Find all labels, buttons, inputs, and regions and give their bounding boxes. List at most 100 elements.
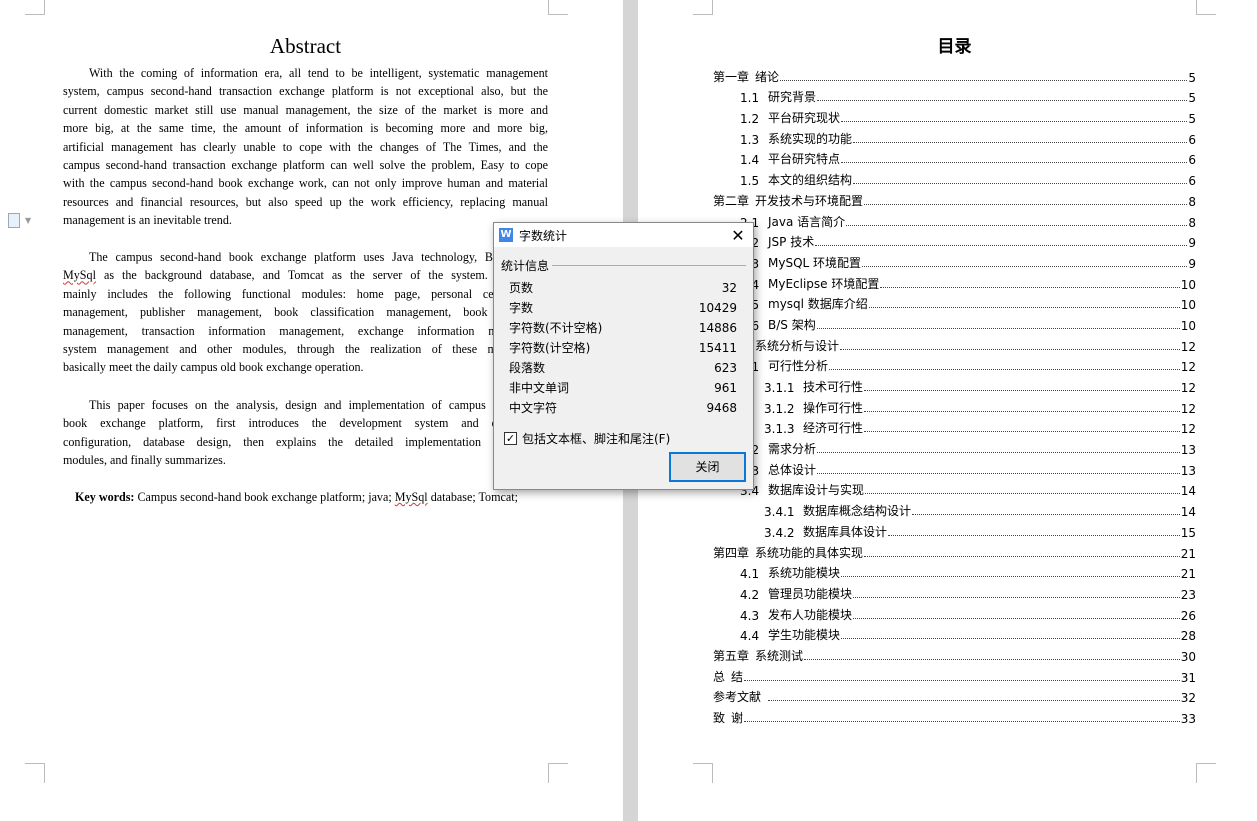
toc-title-text: 经济可行性 [803, 421, 864, 436]
toc-entry[interactable]: 第二章 开发技术与环境配置 8 [713, 188, 1196, 209]
toc-title-text: 总体设计 [768, 462, 817, 477]
toc-number: 3.1.2 [764, 401, 795, 416]
stat-label: 字符数(不计空格) [509, 321, 603, 335]
checkbox-checked-icon[interactable]: ✓ [504, 432, 517, 445]
stat-label: 页数 [509, 281, 534, 295]
dot-leader [853, 141, 1188, 143]
toc-number: 3.4.1 [764, 505, 795, 520]
toc-number: 4.2 [740, 587, 760, 602]
toc-entry[interactable]: 2.5mysql 数据库介绍10 [713, 292, 1196, 312]
include-textbox-checkbox[interactable]: ✓ 包括文本框、脚注和尾注(F) [504, 430, 753, 447]
toc-title-text: JSP 技术 [768, 235, 815, 250]
toc-entry[interactable]: 总结 31 [713, 664, 1196, 685]
toc-entry[interactable]: 1.5 本文的组织结构 6 [713, 167, 1196, 188]
toc-entry[interactable]: 4.4 学生功能模块 28 [713, 623, 1196, 643]
toc-entry[interactable]: 第四章 系统功能的具体实现 21 [713, 540, 1196, 561]
toc-title-text: 可行性分析 [768, 359, 829, 374]
toc-entry[interactable]: 第五章 系统测试 30 [713, 643, 1196, 664]
toc-entry[interactable]: 3.4 数据库设计与实现 14 [713, 478, 1196, 499]
toc-number: 1.5 [740, 174, 760, 189]
dot-leader [853, 617, 1180, 619]
toc-page: 6 [1188, 153, 1196, 168]
toc-page: 14 [1180, 484, 1196, 499]
keywords: Key words: Campus second-hand book excha… [75, 488, 518, 506]
toc-entry[interactable]: 3.1.1 技术可行性 12 [713, 374, 1196, 395]
stat-row: 非中文单词 961 [494, 378, 753, 398]
stat-value: 14886 [698, 321, 737, 335]
toc-entry[interactable]: 3.1.3 经济可行性 12 [713, 416, 1196, 437]
stat-row: 段落数 623 [494, 358, 753, 378]
toc-entry[interactable]: 第一章 绪论 5 [713, 64, 1196, 85]
toc-entry[interactable]: 4.1 系统功能模块 21 [713, 561, 1196, 582]
chevron-down-icon[interactable]: ▼ [25, 216, 31, 225]
stat-row: 中文字符 9468 [494, 398, 753, 418]
toc-entry[interactable]: 致谢 33 [713, 705, 1196, 726]
toc-title-text: 系统分析与设计 [755, 338, 840, 353]
dot-leader [888, 534, 1180, 536]
dot-leader [744, 679, 1180, 681]
toc-number: 致 [713, 711, 726, 725]
toc-entry[interactable]: 2.2JSP 技术9 [713, 230, 1196, 250]
dialog-titlebar[interactable]: W 字数统计 ✕ [494, 223, 753, 247]
text-line: MySql as the background database, and To… [63, 268, 503, 283]
document-icon[interactable] [8, 213, 20, 228]
toc-entry[interactable]: 2.4MyEclipse 环境配置10 [713, 271, 1196, 292]
close-icon[interactable]: ✕ [723, 226, 753, 245]
toc-entry[interactable]: 参考文献 32 [713, 685, 1196, 705]
toc-entry[interactable]: 1.3 系统实现的功能 6 [713, 126, 1196, 147]
abstract-paragraph-1: With the coming of information era, all … [63, 64, 548, 230]
stat-row: 页数 32 [494, 278, 753, 298]
toc-entry[interactable]: 3.1可行性分析12 [713, 354, 1196, 374]
toc-number: 1.1 [740, 91, 760, 106]
toc-page: 33 [1180, 712, 1196, 726]
toc-entry[interactable]: 1.1 研究背景 5 [713, 85, 1196, 106]
word-count-dialog: W 字数统计 ✕ 统计信息 页数 32 字数 10429 字符数(不计空格) 14886 字… [493, 222, 754, 490]
divider [552, 265, 746, 266]
toc-title-text: 数据库设计与实现 [768, 483, 865, 498]
toc-number: 4.1 [740, 567, 760, 582]
dot-leader [853, 596, 1180, 598]
toc-entry[interactable]: 2.3MySQL 环境配置9 [713, 250, 1196, 271]
stat-label: 非中文单词 [509, 381, 570, 395]
dot-leader [864, 555, 1180, 557]
toc-entry[interactable]: 2.1Java 语言简介8 [713, 209, 1196, 230]
toc-page: 23 [1180, 587, 1196, 602]
toc-entry[interactable]: 1.2 平台研究现状 5 [713, 105, 1196, 126]
text-line: campus second-hand transaction exchange … [63, 157, 548, 172]
toc-title-text: 平台研究特点 [768, 152, 841, 167]
text-line: This paper focuses on the analysis, desi… [89, 398, 503, 412]
toc-entry[interactable]: 4.3 发布人功能模块 26 [713, 602, 1196, 623]
toc-page: 12 [1180, 339, 1196, 354]
toc-entry[interactable]: 3.4.1 数据库概念结构设计 14 [713, 498, 1196, 519]
wps-writer-icon: W [499, 228, 513, 242]
toc-entry[interactable]: 3.4.2 数据库具体设计 15 [713, 519, 1196, 540]
stat-row: 字符数(计空格) 15411 [494, 338, 753, 358]
toc-entry[interactable]: 4.2 管理员功能模块 23 [713, 581, 1196, 602]
toc-entry[interactable]: 2.6B/S 架构10 [713, 312, 1196, 333]
toc-entry[interactable]: 1.4 平台研究特点 6 [713, 147, 1196, 168]
toc-title-text: 管理员功能模块 [768, 586, 853, 601]
dot-leader [815, 245, 1188, 247]
toc-page: 10 [1180, 277, 1196, 292]
stat-label: 中文字符 [509, 401, 558, 415]
toc-title-text: 技术可行性 [803, 380, 864, 394]
dialog-title: 字数统计 [519, 228, 568, 243]
stat-value: 961 [714, 381, 737, 395]
stat-label: 字符数(计空格) [509, 341, 591, 355]
toc-title-text: 绪论 [755, 69, 780, 84]
close-button[interactable]: 关闭 [669, 452, 746, 482]
dot-leader [804, 658, 1180, 660]
dot-leader [865, 493, 1180, 495]
crop-mark [1196, 763, 1216, 783]
toc-page: 12 [1180, 422, 1196, 437]
toc-number: 第一章 [713, 69, 750, 84]
stat-label: 字数 [509, 301, 534, 315]
toc-entry[interactable]: 3.1.2 操作可行性 12 [713, 395, 1196, 416]
crop-mark [548, 0, 568, 15]
toc-entry[interactable]: 3.2需求分析13 [713, 436, 1196, 457]
toc-title-text: MyEclipse 环境配置 [768, 276, 880, 291]
toc-entry[interactable]: 3.3总体设计13 [713, 457, 1196, 478]
toc-title-text: 结 [731, 669, 744, 684]
crop-mark [548, 763, 568, 783]
toc-entry[interactable]: 第三章系统分析与设计12 [713, 333, 1196, 354]
